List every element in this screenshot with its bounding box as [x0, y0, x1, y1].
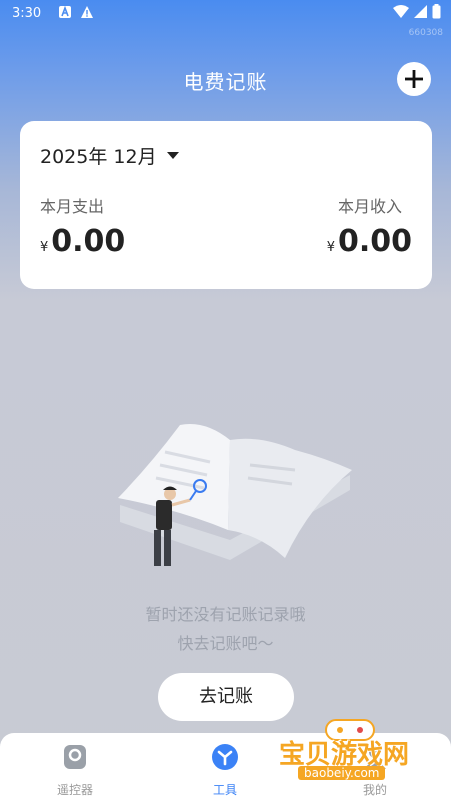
month-selector[interactable]: 2025年 12月 [40, 142, 179, 169]
add-record-button[interactable] [397, 62, 431, 96]
currency-symbol: ¥ [40, 240, 49, 255]
expense-label: 本月支出 [40, 197, 105, 216]
income-amount: ¥ 0.00 [327, 224, 412, 259]
summary-card: 2025年 12月 本月支出 本月收入 ¥ 0.00 ¥ 0.00 [20, 121, 432, 289]
plus-icon [405, 70, 423, 88]
top-tag: 660308 [408, 28, 443, 38]
watermark-url: baobeiy.com [298, 766, 386, 780]
signal-icon [414, 5, 427, 18]
tab-remote-label: 遥控器 [56, 783, 93, 797]
status-time: 3:30 [12, 6, 42, 21]
tools-icon [212, 744, 238, 770]
watermark: 宝贝游戏网 baobeiy.com [262, 712, 442, 802]
warning-icon [81, 6, 93, 18]
remote-icon [64, 745, 86, 769]
expense-amount: ¥ 0.00 [40, 224, 125, 259]
income-value: 0.00 [337, 224, 412, 259]
page-title: 电费记账 [183, 70, 268, 94]
tab-tools-label: 工具 [212, 783, 237, 797]
notification-a-icon [59, 5, 71, 18]
expense-value: 0.00 [51, 224, 126, 259]
empty-message: 暂时还没有记账记录哦 [145, 605, 306, 624]
status-bar: 3:30 [0, 0, 451, 26]
wifi-icon [393, 5, 409, 18]
tab-remote[interactable]: 遥控器 [30, 743, 120, 798]
empty-book-illustration [118, 424, 352, 566]
currency-symbol: ¥ [326, 240, 335, 255]
month-label: 2025年 12月 [40, 146, 157, 168]
income-label: 本月收入 [337, 197, 402, 216]
caret-down-icon [166, 152, 179, 159]
tab-tools[interactable]: 工具 [180, 743, 270, 798]
empty-hint: 快去记账吧～ [177, 634, 274, 653]
battery-icon [432, 4, 441, 19]
